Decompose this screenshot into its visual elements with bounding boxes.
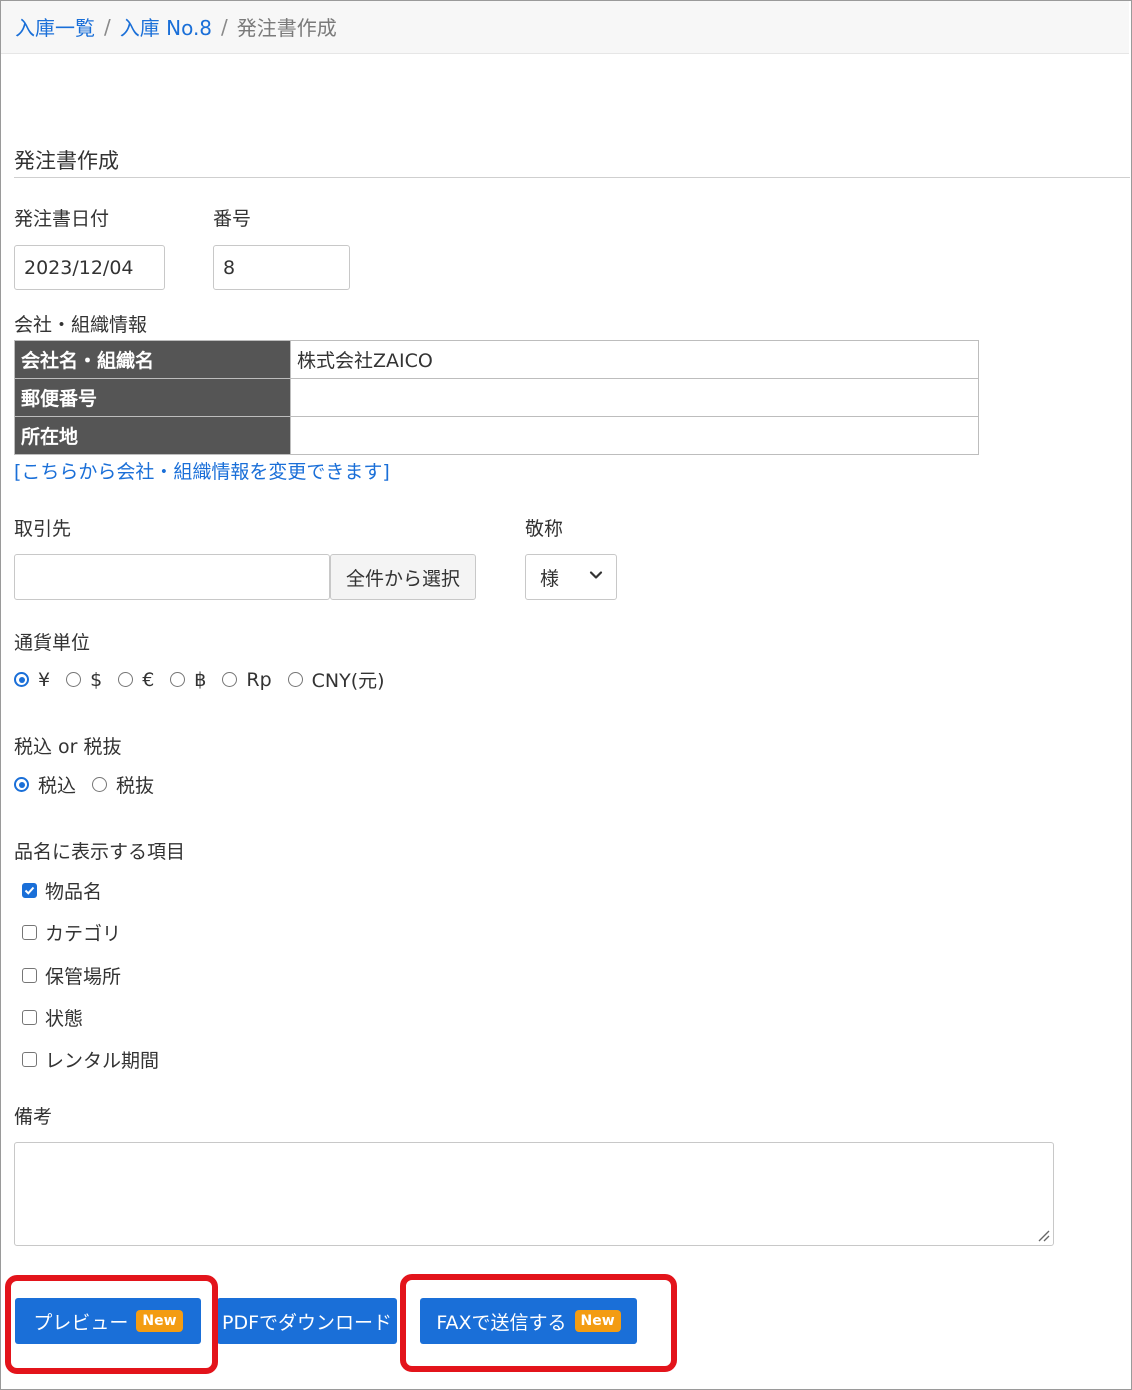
item-field-location[interactable]: 保管場所 <box>22 962 121 989</box>
honorific-selected-value: 様 <box>540 567 560 590</box>
page-title: 発注書作成 <box>14 149 119 173</box>
currency-label: 通貨単位 <box>14 632 91 654</box>
item-fields-label: 品名に表示する項目 <box>14 841 186 863</box>
currency-option-rupiah[interactable]: Rp <box>222 669 272 691</box>
address-value <box>290 416 979 455</box>
currency-radio-group: ¥ $ € ฿ Rp CNY(元) <box>14 666 401 693</box>
breadcrumb-current: 発注書作成 <box>236 16 337 40</box>
tax-option-included[interactable]: 税込 <box>14 771 76 798</box>
order-number-input[interactable] <box>213 245 350 290</box>
checkbox[interactable] <box>22 925 37 940</box>
change-company-info-link[interactable]: [こちらから会社・組織情報を変更できます] <box>14 457 390 484</box>
order-date-input[interactable] <box>14 245 165 290</box>
tax-label: 税込 or 税抜 <box>14 736 122 758</box>
radio-button[interactable] <box>66 672 82 687</box>
honorific-select[interactable]: 様 <box>525 554 617 600</box>
currency-option-cny[interactable]: CNY(元) <box>287 666 385 693</box>
order-date-label: 発注書日付 <box>14 208 110 230</box>
breadcrumb-separator: / <box>104 14 111 39</box>
company-name-header: 会社名・組織名 <box>14 340 291 379</box>
supplier-label: 取引先 <box>14 518 72 540</box>
radio-button[interactable] <box>118 672 134 687</box>
table-row: 所在地 <box>14 416 979 455</box>
company-info-label: 会社・組織情報 <box>14 314 148 336</box>
highlight-fax-box <box>400 1274 677 1372</box>
company-info-table: 会社名・組織名 株式会社ZAICO 郵便番号 所在地 <box>14 340 979 455</box>
currency-option-baht[interactable]: ฿ <box>170 669 206 691</box>
notes-textarea[interactable] <box>14 1142 1054 1246</box>
currency-option-yen[interactable]: ¥ <box>14 669 50 691</box>
postal-code-header: 郵便番号 <box>14 378 291 417</box>
pdf-download-button[interactable]: PDFでダウンロード <box>217 1298 397 1344</box>
resize-handle-icon[interactable] <box>1036 1228 1050 1242</box>
breadcrumb-bar: 入庫一覧 / 入庫 No.8 / 発注書作成 <box>1 1 1129 54</box>
item-field-rental-period[interactable]: レンタル期間 <box>22 1046 159 1073</box>
checkbox[interactable] <box>22 883 37 898</box>
table-row: 郵便番号 <box>14 378 979 417</box>
radio-button[interactable] <box>222 672 238 687</box>
currency-option-dollar[interactable]: $ <box>66 669 102 691</box>
radio-button[interactable] <box>287 672 303 687</box>
highlight-preview-box <box>5 1275 218 1374</box>
currency-option-euro[interactable]: € <box>118 669 154 691</box>
radio-button[interactable] <box>92 777 108 792</box>
breadcrumb-link-stock-in-no[interactable]: 入庫 No.8 <box>120 12 212 41</box>
table-row: 会社名・組織名 株式会社ZAICO <box>14 340 979 379</box>
check-icon <box>24 886 35 895</box>
checkbox[interactable] <box>22 968 37 983</box>
tax-radio-group: 税込 税抜 <box>14 771 170 798</box>
breadcrumb-separator: / <box>221 14 228 39</box>
radio-button[interactable] <box>170 672 186 687</box>
checkbox[interactable] <box>22 1010 37 1025</box>
tax-option-excluded[interactable]: 税抜 <box>92 771 154 798</box>
item-field-product-name[interactable]: 物品名 <box>22 877 102 904</box>
supplier-input[interactable] <box>14 554 330 600</box>
breadcrumb-link-stock-in-list[interactable]: 入庫一覧 <box>15 12 95 41</box>
chevron-down-icon <box>589 571 603 579</box>
radio-button[interactable] <box>14 777 29 792</box>
radio-button[interactable] <box>14 672 29 687</box>
order-number-label: 番号 <box>213 208 252 230</box>
select-from-all-button[interactable]: 全件から選択 <box>330 554 476 600</box>
postal-code-value <box>290 378 979 417</box>
checkbox[interactable] <box>22 1052 37 1067</box>
honorific-label: 敬称 <box>525 518 564 540</box>
notes-label: 備考 <box>14 1106 53 1128</box>
item-field-status[interactable]: 状態 <box>22 1004 83 1031</box>
address-header: 所在地 <box>14 416 291 455</box>
item-field-category[interactable]: カテゴリ <box>22 919 121 946</box>
company-name-value: 株式会社ZAICO <box>290 340 979 379</box>
section-divider <box>14 177 1130 178</box>
breadcrumb: 入庫一覧 / 入庫 No.8 / 発注書作成 <box>15 12 337 41</box>
